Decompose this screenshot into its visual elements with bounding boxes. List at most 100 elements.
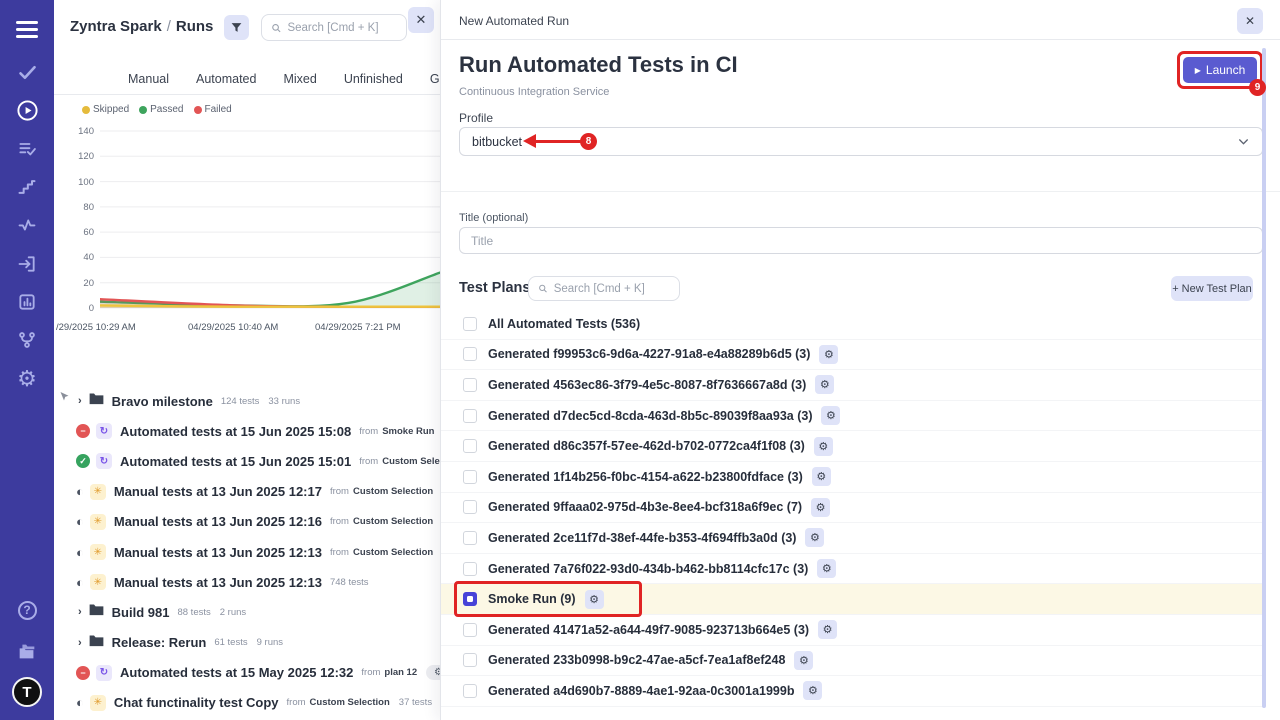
divider xyxy=(441,191,1280,192)
test-plans-icon[interactable] xyxy=(0,135,54,163)
test-plan-checkbox[interactable] xyxy=(463,531,477,545)
test-plan-row[interactable]: Generated f99953c6-9d6a-4227-91a8-e4a882… xyxy=(441,340,1263,371)
test-plan-label: Generated d86c357f-57ee-462d-b702-0772ca… xyxy=(488,439,805,453)
tab-groups[interactable]: Groups xyxy=(430,72,440,86)
runs-folder-row[interactable]: ›Release: Rerun61 tests9 runs xyxy=(62,628,440,658)
test-plan-row[interactable]: Generated 41471a52-a644-49f7-9085-923713… xyxy=(441,615,1263,646)
test-plan-row[interactable]: All Automated Tests (536) xyxy=(441,309,1263,340)
tests-check-icon[interactable] xyxy=(0,58,54,86)
pulse-icon[interactable] xyxy=(0,211,54,239)
filter-button[interactable] xyxy=(224,15,249,40)
projects-folders-icon[interactable] xyxy=(0,638,54,666)
panel-close-button[interactable]: ✕ xyxy=(408,7,434,33)
test-plan-checkbox[interactable] xyxy=(463,653,477,667)
runs-folder-row[interactable]: ›Bravo milestone124 tests33 runs xyxy=(62,386,440,416)
drawer-close-button[interactable]: ✕ xyxy=(1237,8,1263,34)
test-plan-checkbox[interactable] xyxy=(463,317,477,331)
tab-mixed[interactable]: Mixed xyxy=(283,72,316,86)
manual-run-icon: ✳ xyxy=(90,574,106,590)
test-plan-checkbox[interactable] xyxy=(463,439,477,453)
run-row[interactable]: −↻Automated tests at 15 May 2025 12:32fr… xyxy=(62,658,440,688)
launch-button[interactable]: ▶ Launch xyxy=(1183,57,1257,83)
runs-play-icon[interactable] xyxy=(0,96,54,124)
search-icon xyxy=(271,22,281,34)
tab-automated[interactable]: Automated xyxy=(196,72,256,86)
test-plan-row[interactable]: Generated 7a76f022-93d0-434b-b462-bb8114… xyxy=(441,554,1263,585)
test-plan-settings-button[interactable]: ⚙ xyxy=(814,437,833,456)
test-plan-settings-button[interactable]: ⚙ xyxy=(803,681,822,700)
manual-run-icon: ✳ xyxy=(90,484,106,500)
test-plan-settings-button[interactable]: ⚙ xyxy=(585,590,604,609)
chevron-right-icon[interactable]: › xyxy=(78,395,82,407)
milestones-stairs-icon[interactable] xyxy=(0,173,54,201)
chevron-right-icon[interactable]: › xyxy=(78,637,82,649)
test-plan-row[interactable]: Generated d86c357f-57ee-462d-b702-0772ca… xyxy=(441,431,1263,462)
test-plan-settings-button[interactable]: ⚙ xyxy=(812,467,831,486)
scrollbar[interactable] xyxy=(1262,48,1266,708)
test-plan-settings-button[interactable]: ⚙ xyxy=(819,345,838,364)
test-plan-checkbox[interactable] xyxy=(463,470,477,484)
runs-search[interactable] xyxy=(261,14,407,41)
test-plan-row[interactable]: Generated a4d690b7-8889-4ae1-92aa-0c3001… xyxy=(441,676,1263,707)
test-plan-row[interactable]: Smoke Run (9)⚙ xyxy=(441,584,1263,615)
test-plan-checkbox[interactable] xyxy=(463,562,477,576)
runs-search-input[interactable] xyxy=(287,22,397,34)
import-icon[interactable] xyxy=(0,250,54,278)
new-test-plan-button[interactable]: + New Test Plan xyxy=(1171,276,1253,301)
chevron-right-icon[interactable]: › xyxy=(78,606,82,618)
analytics-icon[interactable] xyxy=(0,288,54,316)
test-plans-search[interactable] xyxy=(528,276,680,301)
breadcrumb-current: Runs xyxy=(176,18,214,35)
test-plan-checkbox[interactable] xyxy=(463,623,477,637)
folder-title: Release: Rerun xyxy=(112,635,207,650)
test-plan-settings-button[interactable]: ⚙ xyxy=(815,375,834,394)
settings-gear-icon[interactable]: ⚙ xyxy=(0,365,54,393)
test-plan-label: All Automated Tests (536) xyxy=(488,317,640,331)
branches-icon[interactable] xyxy=(0,326,54,354)
status-passed-icon: ✓ xyxy=(76,454,90,468)
test-plan-checkbox[interactable] xyxy=(463,500,477,514)
run-row[interactable]: ✓↻Automated tests at 15 Jun 2025 15:01fr… xyxy=(62,446,440,476)
manual-run-icon: ✳ xyxy=(90,544,106,560)
run-row[interactable]: ◐✳Manual tests at 13 Jun 2025 12:13fromC… xyxy=(62,537,440,567)
test-plan-settings-button[interactable]: ⚙ xyxy=(794,651,813,670)
tab-manual[interactable]: Manual xyxy=(128,72,169,86)
test-plan-settings-button[interactable]: ⚙ xyxy=(805,528,824,547)
test-plan-row[interactable]: Generated d7dec5cd-8cda-463d-8b5c-89039f… xyxy=(441,401,1263,432)
manual-run-icon: ✳ xyxy=(90,514,106,530)
run-row[interactable]: −↻Automated tests at 15 Jun 2025 15:08fr… xyxy=(62,416,440,446)
test-plan-settings-button[interactable]: ⚙ xyxy=(818,620,837,639)
run-row[interactable]: ◐✳Chat functinality test CopyfromCustom … xyxy=(62,688,440,718)
test-plan-checkbox[interactable] xyxy=(463,409,477,423)
runs-panel: Zyntra Spark/Runs ✕ Manual Automated Mixed… xyxy=(54,0,440,720)
test-plan-settings-button[interactable]: ⚙ xyxy=(817,559,836,578)
test-plan-row[interactable]: Generated 2ce11f7d-38ef-44fe-b353-4f694f… xyxy=(441,523,1263,554)
folder-icon xyxy=(89,603,104,621)
test-plan-label: Generated 233b0998-b9c2-47ae-a5cf-7ea1af… xyxy=(488,653,785,667)
test-plan-checkbox[interactable] xyxy=(463,592,477,606)
test-plan-settings-button[interactable]: ⚙ xyxy=(821,406,840,425)
run-settings-badge[interactable]: ⚙test xyxy=(426,665,440,680)
help-icon[interactable]: ? xyxy=(0,596,54,624)
tab-unfinished[interactable]: Unfinished xyxy=(344,72,403,86)
app-logo[interactable]: T xyxy=(0,678,54,706)
breadcrumb: Zyntra Spark/Runs xyxy=(70,18,213,35)
test-plan-row[interactable]: Generated 1f14b256-f0bc-4154-a622-b23800… xyxy=(441,462,1263,493)
menu-icon[interactable] xyxy=(0,15,54,43)
test-plan-settings-button[interactable]: ⚙ xyxy=(811,498,830,517)
from-word: from xyxy=(330,516,349,527)
run-row[interactable]: ◐✳Manual tests at 13 Jun 2025 12:17fromC… xyxy=(62,477,440,507)
run-row[interactable]: ◐✳Manual tests at 13 Jun 2025 12:16fromC… xyxy=(62,507,440,537)
breadcrumb-project[interactable]: Zyntra Spark xyxy=(70,18,162,35)
runs-folder-row[interactable]: ›Build 98188 tests2 runs xyxy=(62,597,440,627)
title-input[interactable] xyxy=(459,227,1263,254)
test-plan-row[interactable]: Generated 9ffaaa02-975d-4b3e-8ee4-bcf318… xyxy=(441,493,1263,524)
test-plan-row[interactable]: Generated 233b0998-b9c2-47ae-a5cf-7ea1af… xyxy=(441,646,1263,677)
title-label: Title (optional) xyxy=(459,212,528,224)
test-plans-search-input[interactable] xyxy=(554,283,670,295)
test-plan-row[interactable]: Generated 4563ec86-3f79-4e5c-8087-8f7636… xyxy=(441,370,1263,401)
test-plan-checkbox[interactable] xyxy=(463,684,477,698)
test-plan-checkbox[interactable] xyxy=(463,378,477,392)
run-row[interactable]: ◐✳Manual tests at 13 Jun 2025 12:13748 t… xyxy=(62,567,440,597)
test-plan-checkbox[interactable] xyxy=(463,347,477,361)
